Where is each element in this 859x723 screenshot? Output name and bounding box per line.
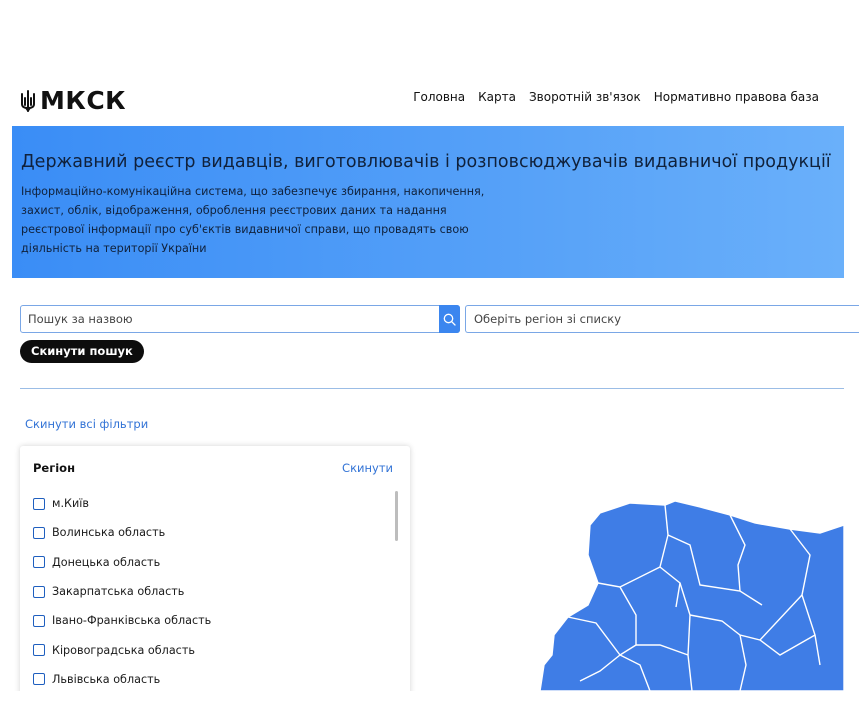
logo[interactable]: МКСК [20,86,126,115]
scrollbar[interactable] [395,491,398,541]
search-box [20,305,460,333]
logo-text: МКСК [40,86,127,115]
nav-link-map[interactable]: Карта [478,90,516,104]
region-checkbox[interactable] [33,526,45,539]
region-list: м.Київ Волинська область Донецька област… [33,489,393,694]
page-title: Державний реєстр видавців, виготовлювачі… [21,152,831,172]
region-filter-panel: Регіон Скинути м.Київ Волинська область … [20,446,410,706]
region-label: Закарпатська область [52,585,185,599]
region-checkbox[interactable] [33,556,45,569]
list-item[interactable]: Волинська область [33,518,393,547]
divider [20,388,844,389]
panel-title: Регіон [33,461,76,475]
region-checkbox[interactable] [33,585,45,598]
reset-search-button[interactable]: Скинути пошук [20,340,144,363]
search-input[interactable] [21,306,439,332]
region-select[interactable]: Оберіть регіон зі списку [465,305,859,333]
trident-icon [21,89,35,112]
nav-link-legal-base[interactable]: Нормативно правова база [654,90,819,104]
reset-all-filters-link[interactable]: Скинути всі фільтри [25,417,148,431]
list-item[interactable]: Івано-Франківська область [33,606,393,635]
ukraine-map[interactable] [540,495,844,691]
list-item[interactable]: м.Київ [33,489,393,518]
list-item[interactable]: Закарпатська область [33,577,393,606]
region-label: Донецька область [52,555,161,569]
region-label: м.Київ [52,497,89,511]
panel-reset-link[interactable]: Скинути [342,461,393,475]
region-checkbox[interactable] [33,673,45,686]
page-description: Інформаційно-комунікаційна система, що з… [21,185,485,255]
hero-banner: Державний реєстр видавців, виготовлювачі… [12,126,844,278]
map-regions[interactable] [540,500,844,691]
region-label: Волинська область [52,526,166,540]
region-checkbox[interactable] [33,614,45,627]
nav-link-feedback[interactable]: Зворотній зв'язок [529,90,641,104]
region-checkbox[interactable] [33,644,45,657]
region-label: Львівська область [52,672,161,686]
list-item[interactable]: Кіровоградська область [33,635,393,664]
site-header: МКСК Головна Карта Зворотній зв'язок Нор… [0,80,859,120]
main-nav: Головна Карта Зворотній зв'язок Норматив… [413,90,819,104]
list-item[interactable]: Донецька область [33,548,393,577]
region-checkbox[interactable] [33,497,45,510]
region-label: Івано-Франківська область [52,614,212,628]
nav-link-home[interactable]: Головна [413,90,465,104]
region-label: Кіровоградська область [52,643,195,657]
search-button[interactable] [439,305,460,333]
list-item[interactable]: Львівська область [33,665,393,694]
ukraine-map-svg [540,500,844,691]
bottom-edge [0,691,859,723]
search-icon [443,313,456,326]
